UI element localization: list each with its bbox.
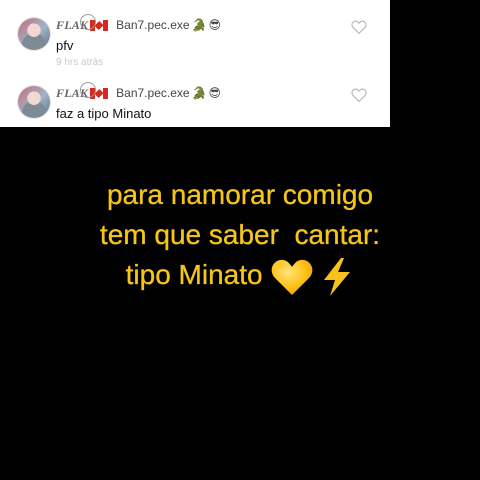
heart-outline-icon[interactable]	[350, 86, 368, 104]
caption-line-3: tipo Minato	[125, 259, 263, 290]
username-handle: Ban7.pec.exe	[116, 18, 190, 32]
caption-line-1: para namorar comigo	[106, 179, 374, 210]
sunglasses-icon: 😎	[208, 18, 222, 32]
yellow-heart-icon	[272, 259, 313, 295]
avatar[interactable]	[18, 86, 50, 118]
ring-icon	[80, 14, 96, 30]
comment-timestamp: 9 hrs atrás	[56, 57, 104, 68]
comment-item: FLAK Ban7.pec.exe 🐊 😎 pfv 9 hrs atrás	[0, 8, 390, 76]
crocodile-icon: 🐊	[191, 18, 207, 32]
comment-item: FLAK Ban7.pec.exe 🐊 😎 faz a tipo Minato	[0, 76, 390, 127]
lightning-bolt-icon	[324, 257, 351, 296]
comment-text: pfv	[56, 38, 74, 53]
caption-line-3-row: tipo Minato	[0, 255, 480, 297]
comments-panel: FLAK Ban7.pec.exe 🐊 😎 pfv 9 hrs atrás FL…	[0, 0, 390, 127]
avatar[interactable]	[18, 18, 50, 50]
ring-icon	[80, 82, 96, 98]
comment-text: faz a tipo Minato	[56, 106, 152, 121]
caption-line-2: tem que saber cantar:	[99, 219, 381, 250]
crocodile-icon: 🐊	[191, 86, 207, 100]
username-handle: Ban7.pec.exe	[116, 86, 190, 100]
sunglasses-icon: 😎	[208, 86, 222, 100]
heart-outline-icon[interactable]	[350, 18, 368, 36]
video-caption: para namorar comigo tem que saber cantar…	[0, 175, 480, 297]
